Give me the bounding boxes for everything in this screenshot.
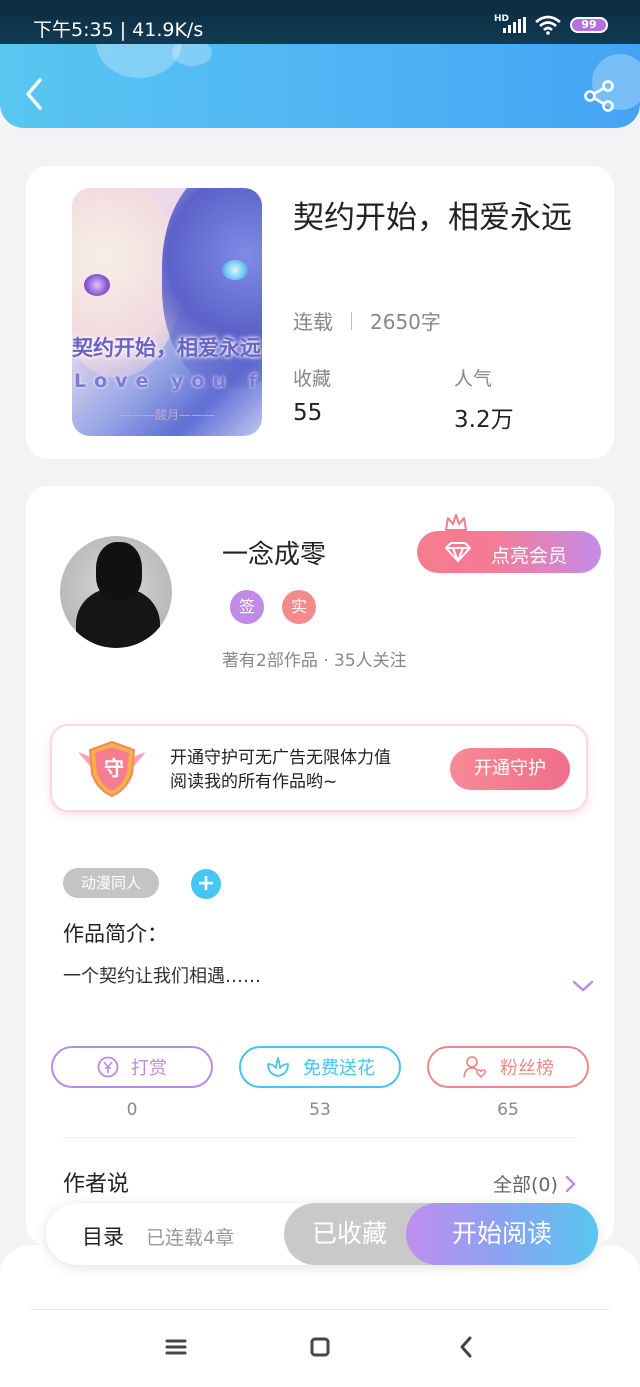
vip-button-label: 点亮会员 — [491, 545, 568, 567]
tip-button[interactable]: 打赏 — [51, 1046, 213, 1088]
book-info-card: 契约开始，相爱永远 Love you fo ———酸月——— 契约开始，相爱永远… — [26, 166, 614, 459]
stat-value-popularity: 3.2万 — [454, 407, 514, 433]
open-guard-button[interactable]: 开通守护 — [450, 748, 570, 790]
fan-count: 65 — [497, 1100, 519, 1120]
chapter-count: 已连载4章 — [146, 1227, 235, 1249]
wifi-icon — [535, 15, 561, 35]
intro-text: 一个契约让我们相遇…… — [63, 966, 261, 987]
stat-value-favorites: 55 — [293, 400, 323, 426]
book-cover[interactable]: 契约开始，相爱永远 Love you fo ———酸月——— — [72, 188, 262, 436]
tip-count: 0 — [126, 1100, 138, 1120]
status-icons: HD 99 — [480, 14, 608, 35]
tip-label: 打赏 — [131, 1058, 167, 1079]
status-bar: 下午5:35 | 41.9K/s HD 99 — [0, 0, 640, 44]
bottom-action-bar: 目录 已连载4章 已收藏 开始阅读 — [46, 1203, 598, 1265]
guard-promo: 守 开通守护可无广告无限体力值 阅读我的所有作品哟~ 开通守护 — [50, 724, 588, 812]
send-flower-button[interactable]: 免费送花 — [239, 1046, 401, 1088]
fan-ranking-button[interactable]: 粉丝榜 — [427, 1046, 589, 1088]
battery-icon: 99 — [570, 17, 608, 33]
author-stats: 著有2部作品 · 35人关注 — [222, 651, 407, 671]
vip-button[interactable]: 点亮会员 — [417, 531, 601, 573]
diamond-icon — [445, 542, 471, 562]
book-meta: 连载 2650字 — [293, 306, 441, 335]
send-flower-label: 免费送花 — [303, 1058, 375, 1079]
chevron-right-icon — [565, 1175, 576, 1192]
author-says-title: 作者说 — [63, 1172, 130, 1197]
cover-subtitle: Love you fo — [74, 370, 262, 392]
genre-tag[interactable]: 动漫同人 — [63, 868, 159, 898]
cover-title: 契约开始，相爱永远 — [72, 336, 261, 360]
start-reading-button[interactable]: 开始阅读 — [406, 1203, 598, 1265]
verified-badge: 实 — [282, 590, 316, 624]
author-card: 一念成零 签 实 著有2部作品 · 35人关注 点亮会员 守 开通守护可无广告无… — [26, 486, 614, 1246]
fan-ranking-label: 粉丝榜 — [500, 1058, 554, 1079]
meta-divider — [351, 311, 352, 330]
flower-count: 53 — [309, 1100, 331, 1120]
guard-text: 开通守护可无广告无限体力值 阅读我的所有作品哟~ — [170, 748, 391, 792]
chevron-left-icon[interactable] — [20, 76, 50, 112]
header-bar: 下午5:35 | 41.9K/s HD 99 — [0, 0, 640, 128]
book-title: 契约开始，相爱永远 — [293, 200, 572, 236]
menu-icon[interactable] — [161, 1332, 191, 1362]
stat-label-favorites: 收藏 — [293, 368, 332, 390]
book-status: 连载 — [293, 310, 333, 334]
network-type: HD — [493, 14, 509, 24]
author-says-all-link[interactable]: 全部(0) — [493, 1170, 576, 1197]
avatar[interactable] — [60, 536, 172, 648]
yen-icon — [97, 1056, 119, 1078]
nav-back-icon[interactable] — [452, 1332, 482, 1362]
add-tag-button[interactable]: + — [191, 869, 221, 899]
fan-user-icon — [463, 1056, 487, 1079]
home-icon[interactable] — [305, 1332, 335, 1362]
flower-icon — [267, 1057, 289, 1077]
bottom-sheet — [0, 1245, 640, 1387]
intro-label: 作品简介： — [63, 922, 168, 946]
cover-author: ———酸月——— — [118, 408, 215, 422]
word-count: 2650字 — [370, 310, 441, 334]
signed-badge: 签 — [230, 590, 264, 624]
chevron-down-icon[interactable] — [572, 978, 594, 994]
status-time: 下午5:35 | 41.9K/s — [33, 19, 204, 41]
author-name[interactable]: 一念成零 — [222, 534, 326, 571]
share-icon[interactable] — [581, 78, 617, 114]
stat-label-popularity: 人气 — [454, 368, 493, 390]
toc-button[interactable]: 目录 — [82, 1221, 124, 1251]
section-divider — [63, 1137, 577, 1138]
nav-divider — [30, 1309, 610, 1310]
guard-icon-text: 守 — [104, 756, 124, 780]
